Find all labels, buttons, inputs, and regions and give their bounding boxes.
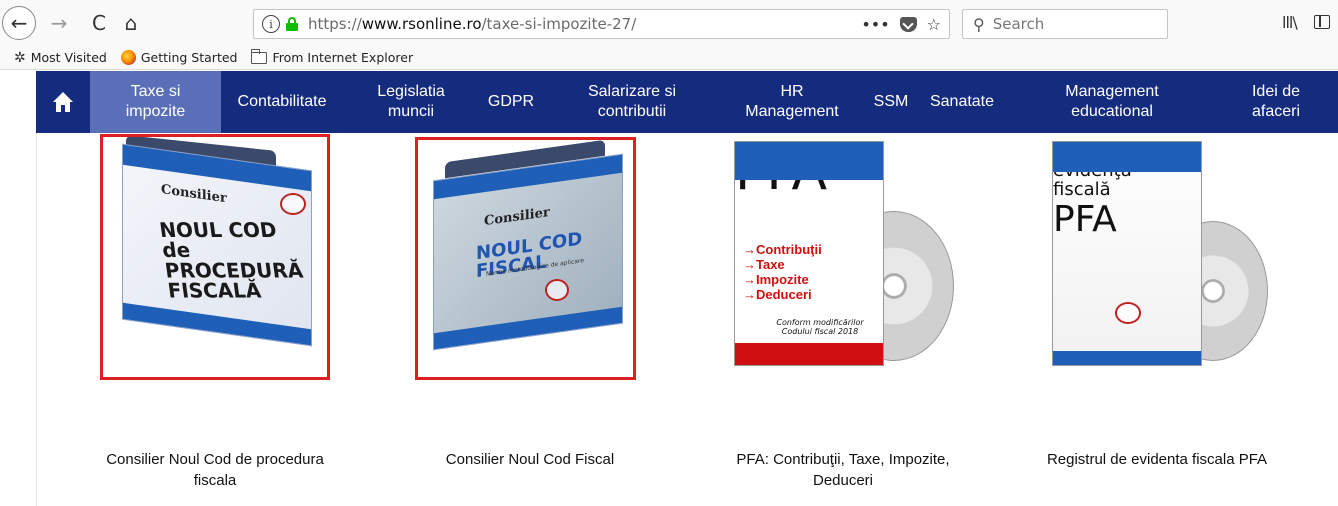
product-title[interactable]: Consilier Noul Cod Fiscal (405, 449, 655, 470)
nav-label: HR Management (745, 83, 839, 120)
home-icon: ⌂ (124, 11, 138, 35)
nav-item-gdpr[interactable]: GDPR (482, 71, 540, 133)
nav-item-sanatate[interactable]: Sanatate (922, 71, 1002, 133)
nav-item-idei-de-afaceri[interactable]: Idei de afaceri (1236, 71, 1316, 133)
url-host: www.rsonline.ro (361, 15, 482, 33)
bookmark-most-visited[interactable]: ✲ Most Visited (14, 50, 107, 66)
pocket-icon[interactable] (899, 16, 917, 32)
lock-icon (286, 17, 298, 31)
bookmark-label: From Internet Explorer (272, 50, 414, 65)
nav-label: GDPR (487, 93, 535, 110)
browser-toolbar: ← → C ⌂ i https://www.rsonline.ro/taxe-s… (0, 0, 1338, 46)
reload-button[interactable]: C (84, 8, 114, 38)
page-actions-icon[interactable]: ••• (861, 15, 889, 34)
nav-item-hr-management[interactable]: HR Management (736, 71, 848, 133)
product-card[interactable]: Consilier NOUL COD FISCAL Norme metodolo… (405, 133, 655, 506)
cover-list-item: →Taxe (743, 257, 785, 272)
nav-item-contabilitate[interactable]: Contabilitate (222, 71, 342, 133)
nav-label: Salarizare si contributii (587, 83, 677, 120)
product-card[interactable]: Registrul de evidenţă fiscală PFA Regist… (1032, 133, 1282, 506)
search-icon: ⚲ (973, 14, 985, 34)
back-button[interactable]: ← (2, 6, 36, 40)
nav-item-ssm[interactable]: SSM (870, 71, 912, 133)
bookmarks-bar: ✲ Most Visited Getting Started From Inte… (0, 46, 1338, 70)
product-card[interactable]: PFA →Contribuţii →Taxe →Impozite →Deduce… (718, 133, 968, 506)
product-image[interactable]: Registrul de evidenţă fiscală PFA (1038, 141, 1278, 376)
home-button[interactable]: ⌂ (116, 8, 146, 38)
nav-item-taxe-si-impozite[interactable]: Taxe si impozite (90, 71, 221, 133)
info-icon[interactable]: i (262, 15, 280, 33)
product-image[interactable]: PFA →Contribuţii →Taxe →Impozite →Deduce… (724, 141, 964, 376)
nav-label: Contabilitate (237, 93, 327, 110)
nav-label: Legislatia muncii (377, 83, 445, 120)
nav-home[interactable] (36, 71, 90, 133)
reload-icon: C (92, 11, 106, 35)
product-title[interactable]: Registrul de evidenta fiscala PFA (1032, 449, 1282, 470)
product-title[interactable]: Consilier Noul Cod de procedura fiscala (90, 449, 340, 491)
cover-list-item: →Contribuţii (743, 242, 822, 257)
gear-icon: ✲ (14, 49, 26, 66)
nav-label: Taxe si impozite (125, 83, 186, 120)
cover-list-item: →Deduceri (743, 287, 812, 302)
folder-icon (250, 48, 268, 64)
nav-label: SSM (873, 93, 909, 110)
product-card[interactable]: Consilier NOUL COD de PROCEDURĂ FISCALĂ … (90, 133, 340, 506)
cover-list-item: →Impozite (743, 272, 809, 287)
library-icon[interactable]: lll\ (1282, 13, 1298, 32)
site-nav: Taxe si impozite Contabilitate Legislati… (36, 71, 1338, 133)
forward-arrow-icon: → (50, 11, 68, 35)
nav-item-legislatia-muncii[interactable]: Legislatia muncii (358, 71, 464, 133)
search-placeholder: Search (992, 15, 1045, 33)
nav-item-management-educational[interactable]: Management educational (1048, 71, 1176, 133)
nav-label: Management educational (1065, 83, 1159, 120)
bookmark-label: Most Visited (30, 50, 107, 65)
search-input[interactable]: ⚲ Search (962, 9, 1168, 39)
bookmark-getting-started[interactable]: Getting Started (120, 50, 238, 65)
cover-note: Conform modificărilor Codului fiscal 201… (776, 318, 864, 336)
sidebar-icon[interactable] (1314, 15, 1330, 29)
content-border (36, 133, 37, 506)
bookmark-from-internet-explorer[interactable]: From Internet Explorer (250, 48, 414, 65)
highlight-box (415, 137, 636, 380)
expert-stamp-icon (1115, 302, 1141, 324)
url-scheme: https:// (308, 15, 362, 33)
highlight-box (100, 134, 330, 380)
firefox-icon (120, 50, 136, 65)
back-arrow-icon: ← (10, 11, 28, 35)
url-bar[interactable]: i https://www.rsonline.ro/taxe-si-impozi… (253, 9, 950, 39)
url-path: /taxe-si-impozite-27/ (481, 15, 637, 33)
nav-label: Sanatate (929, 93, 995, 110)
bookmark-star-icon[interactable]: ☆ (927, 15, 941, 34)
home-icon (52, 92, 74, 112)
cover-title: PFA (1053, 199, 1117, 240)
nav-label: Idei de afaceri (1251, 83, 1301, 120)
forward-button[interactable]: → (44, 8, 74, 38)
nav-item-salarizare[interactable]: Salarizare si contributii (572, 71, 692, 133)
bookmark-label: Getting Started (140, 50, 238, 65)
product-title[interactable]: PFA: Contribuţii, Taxe, Impozite, Deduce… (718, 449, 968, 491)
